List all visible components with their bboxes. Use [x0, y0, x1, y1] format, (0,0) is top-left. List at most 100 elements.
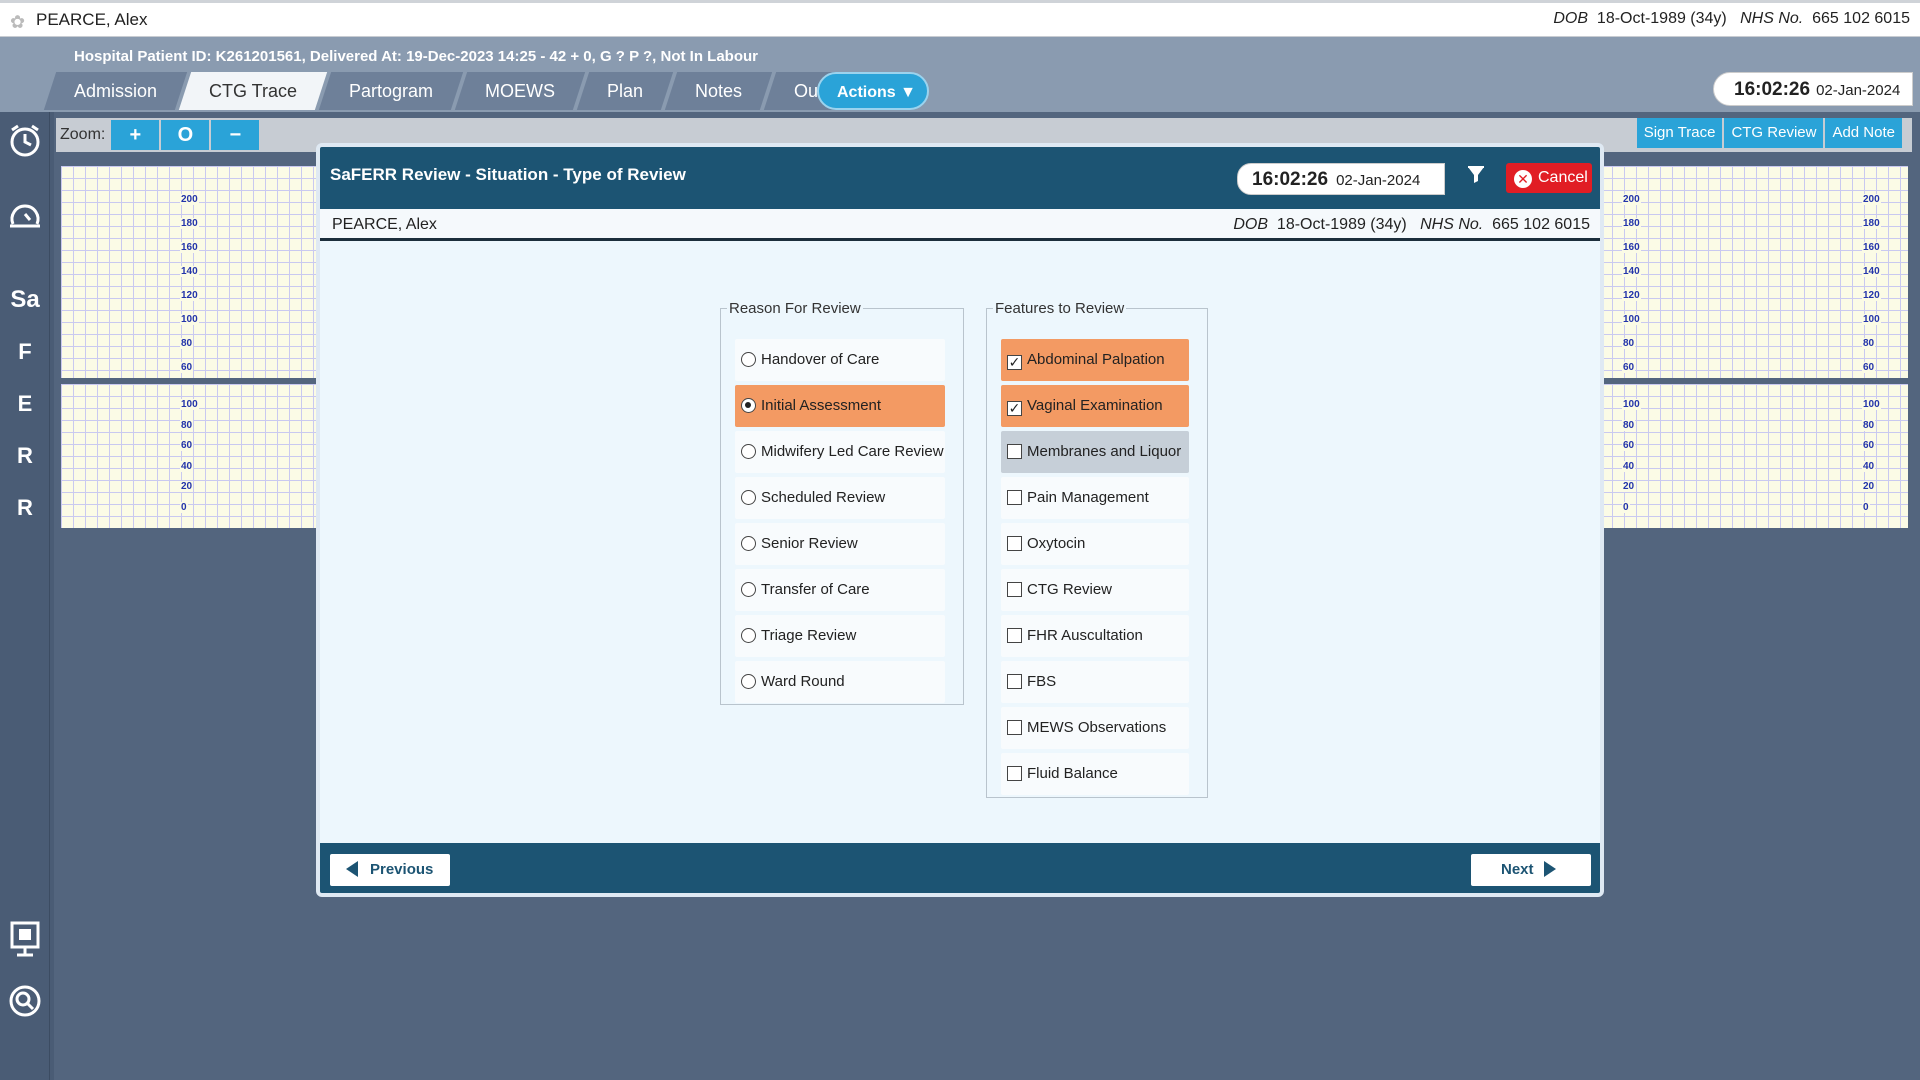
checkbox-icon[interactable] [1007, 582, 1022, 597]
tab-notes[interactable]: Notes [664, 72, 773, 110]
radio-button[interactable] [741, 444, 756, 459]
chevron-down-icon: ▼ [900, 84, 916, 101]
sidebar-item-e[interactable]: E [0, 391, 50, 417]
fhr-tick-label: 160 [1622, 242, 1641, 253]
actions-button[interactable]: Actions ▼ [817, 72, 929, 110]
sidebar-item-r2[interactable]: R [0, 495, 50, 521]
search-icon[interactable] [0, 984, 50, 1025]
reason-option[interactable]: Initial Assessment [735, 385, 945, 427]
checkbox-icon[interactable] [1007, 720, 1022, 735]
zoom-label: Zoom: [60, 126, 106, 143]
checkbox-icon[interactable] [1007, 628, 1022, 643]
dialog-dob-value: 18-Oct-1989 (34y) [1276, 216, 1407, 233]
reason-option[interactable]: Senior Review [735, 523, 945, 565]
nhs-label: NHS No. [1740, 10, 1804, 27]
feature-option[interactable]: Membranes and Liquor [1001, 431, 1189, 473]
toco-tick-label: 80 [180, 419, 194, 431]
fhr-tick-label: 60 [180, 362, 194, 373]
close-icon: ✕ [1514, 170, 1532, 188]
fhr-tick-label: 120 [180, 290, 199, 301]
ctg-review-button[interactable]: CTG Review [1724, 118, 1824, 148]
feature-option[interactable]: ✓ Vaginal Examination [1001, 385, 1189, 427]
fhr-tick-label: 180 [1862, 218, 1881, 229]
toco-tick-label: 20 [180, 481, 194, 492]
radio-button[interactable] [741, 536, 756, 551]
sidebar-item-f[interactable]: F [0, 339, 50, 365]
radio-button[interactable] [741, 674, 756, 689]
fhr-tick-label: 120 [1862, 290, 1881, 301]
sidebar-item-r1[interactable]: R [0, 443, 50, 469]
reason-label: Senior Review [761, 535, 858, 552]
tab-admission[interactable]: Admission [43, 72, 188, 110]
feature-option[interactable]: Oxytocin [1001, 523, 1189, 565]
reason-option[interactable]: Midwifery Led Care Review [735, 431, 945, 473]
radio-button[interactable] [741, 490, 756, 505]
filter-icon[interactable] [1466, 165, 1486, 191]
tab-plan[interactable]: Plan [576, 72, 674, 110]
reason-option[interactable]: Ward Round [735, 661, 945, 703]
episode-info: Hospital Patient ID: K261201561, Deliver… [74, 48, 758, 65]
clock-time: 16:02:26 [1734, 79, 1811, 100]
next-button[interactable]: Next [1471, 854, 1591, 886]
feature-option[interactable]: FHR Auscultation [1001, 615, 1189, 657]
trace-actions: Sign Trace CTG Review Add Note [1635, 118, 1902, 148]
feature-option[interactable]: CTG Review [1001, 569, 1189, 611]
toco-tick-label: 20 [1622, 481, 1636, 492]
fhr-tick-label: 80 [180, 338, 194, 349]
clock-date: 02-Jan-2024 [1816, 82, 1901, 99]
sign-trace-button[interactable]: Sign Trace [1636, 118, 1723, 148]
reason-option[interactable]: Triage Review [735, 615, 945, 657]
checkbox-icon[interactable] [1007, 536, 1022, 551]
fhr-tick-label: 200 [180, 194, 199, 205]
checkbox-checked-icon[interactable]: ✓ [1007, 355, 1022, 370]
zoom-out-button[interactable]: − [211, 120, 260, 150]
checkbox-icon[interactable] [1007, 674, 1022, 689]
zoom-in-button[interactable]: + [111, 120, 160, 150]
reason-label: Transfer of Care [761, 581, 870, 598]
tab-moews[interactable]: MOEWS [454, 72, 586, 110]
fhr-tick-label: 100 [180, 314, 199, 325]
reason-option[interactable]: Transfer of Care [735, 569, 945, 611]
feature-option[interactable]: MEWS Observations [1001, 707, 1189, 749]
checkbox-icon[interactable] [1007, 766, 1022, 781]
fhr-tick-label: 200 [1862, 194, 1881, 205]
checkbox-icon[interactable] [1007, 490, 1022, 505]
feature-option[interactable]: Pain Management [1001, 477, 1189, 519]
radio-button[interactable] [741, 582, 756, 597]
tab-ctg-trace[interactable]: CTG Trace [178, 72, 328, 110]
dialog-patient-banner: PEARCE, Alex DOB 18-Oct-1989 (34y) NHS N… [320, 209, 1600, 241]
sidebar-item-sa[interactable]: Sa [0, 286, 50, 314]
fhr-tick-label: 180 [180, 218, 199, 229]
zoom-reset-button[interactable]: O [161, 120, 210, 150]
checkbox-icon[interactable] [1007, 444, 1022, 459]
radio-button[interactable] [741, 398, 756, 413]
feature-option[interactable]: Fluid Balance [1001, 753, 1189, 795]
add-note-button[interactable]: Add Note [1825, 118, 1902, 148]
feature-label: CTG Review [1027, 581, 1113, 598]
toco-tick-label: 100 [1862, 399, 1881, 410]
feature-option[interactable]: ✓ Abdominal Palpation [1001, 339, 1189, 381]
features-to-review-group: Features to Review ✓ Abdominal Palpation ✓… [986, 300, 1208, 798]
reason-label: Triage Review [761, 627, 857, 644]
tab-partogram[interactable]: Partogram [318, 72, 464, 110]
toco-tick-label: 60 [1622, 440, 1636, 451]
radio-button[interactable] [741, 628, 756, 643]
radio-button[interactable] [741, 352, 756, 367]
presentation-icon[interactable] [0, 920, 50, 965]
reason-label: Ward Round [761, 673, 845, 690]
patient-banner: ✿ PEARCE, Alex DOB 18-Oct-1989 (34y) NHS… [0, 0, 1920, 37]
dialog-footer: Previous Next [320, 843, 1600, 893]
alarm-clock-icon[interactable] [0, 122, 50, 165]
cancel-button[interactable]: ✕ Cancel [1506, 163, 1592, 193]
checkbox-checked-icon[interactable]: ✓ [1007, 401, 1022, 416]
previous-button[interactable]: Previous [330, 854, 450, 886]
history-icon[interactable] [0, 200, 50, 239]
toco-tick-label: 0 [1862, 501, 1870, 513]
toco-tick-label: 0 [1622, 501, 1630, 513]
reason-option[interactable]: Handover of Care [735, 339, 945, 381]
dialog-dob-label: DOB [1233, 216, 1269, 233]
dob-value: 18-Oct-1989 (34y) [1596, 10, 1727, 27]
reason-option[interactable]: Scheduled Review [735, 477, 945, 519]
feature-option[interactable]: FBS [1001, 661, 1189, 703]
toco-tick-label: 40 [180, 460, 194, 472]
